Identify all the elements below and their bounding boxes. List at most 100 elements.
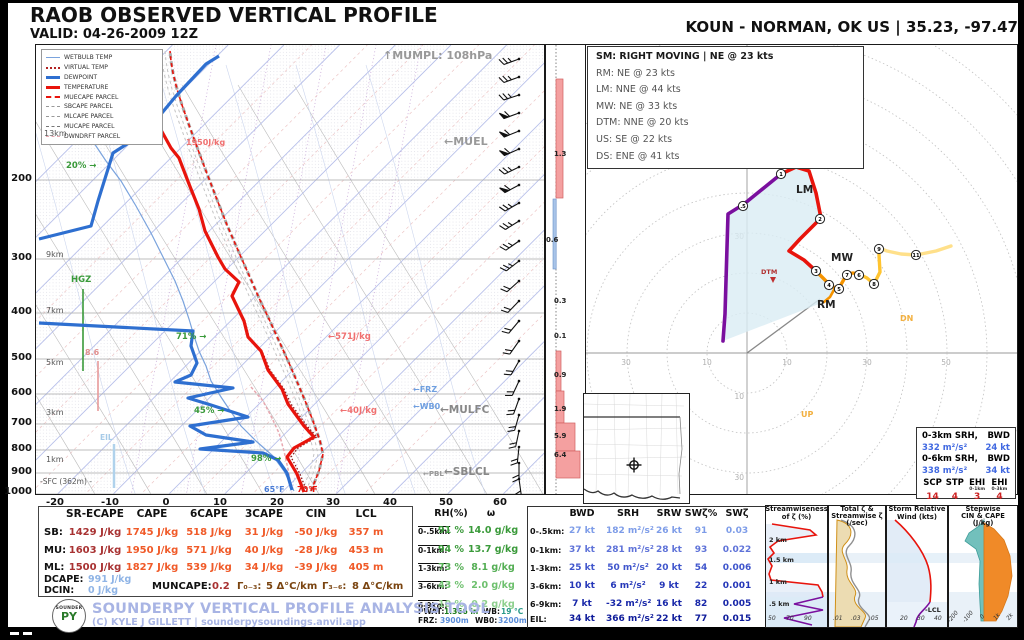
lapse-3-6-value: 8 Δ°C/km	[352, 581, 403, 592]
kin-layer-label: 0-1km:	[530, 547, 561, 556]
bwd-value: 34 kt	[560, 615, 604, 625]
sb-3cape: 31 J/kg	[234, 527, 294, 538]
sm-line: DTM: NNE @ 20 kts	[596, 115, 855, 132]
muncape-label: MUNCAPE:	[152, 581, 212, 592]
scp-value: 14	[926, 492, 939, 502]
pressure-tick: 200	[6, 173, 32, 184]
kin-layer-label: EIL:	[530, 616, 547, 625]
pressure-tick: 800	[6, 443, 32, 454]
dcape-label: DCAPE:	[44, 575, 83, 585]
swzeta-value: 0.015	[715, 615, 759, 625]
rh-annotation: 20% →	[66, 162, 96, 171]
hodo-marker-label: 5	[837, 287, 841, 293]
panel-title: (J/kg)	[948, 520, 1018, 527]
omega-plot	[546, 45, 585, 494]
station-label: KOUN - NORMAN, OK US | 35.23, -97.47	[618, 19, 1018, 36]
pressure-tick: 600	[6, 387, 32, 398]
rh-annotation: 98% →	[251, 455, 281, 464]
mucape-annotation: 1950J/kg	[186, 139, 225, 148]
ml-3cape: 34 J/kg	[234, 562, 294, 573]
legend-label: VIRTUAL TEMP	[64, 64, 108, 71]
bwd-value: 27 kt	[560, 527, 604, 537]
thermo-header: SR-ECAPE	[60, 509, 130, 521]
height-label: 13km	[44, 130, 67, 139]
omega-value: 0.9	[554, 372, 566, 380]
ehi-0-3-value: 4	[996, 492, 1002, 502]
frz-value-label: FRZ:	[418, 617, 437, 625]
sb-lcl: 357 m	[341, 527, 391, 538]
county-lines	[584, 394, 686, 498]
legend-label: WETBULB TEMP	[64, 54, 112, 61]
valid-time: VALID: 04-26-2009 12Z	[30, 28, 198, 42]
wb0-label: ←WB0	[413, 403, 440, 412]
ring-label: 10	[782, 358, 792, 367]
legend-label: MUECAPE PARCEL	[64, 94, 118, 101]
thermo-header: LCL	[341, 509, 391, 521]
hodo-marker-label: 7	[845, 273, 849, 279]
ml-srecape: 1500 J/kg	[60, 562, 130, 573]
stp-value: 4	[952, 492, 958, 502]
omega-value: 0.1	[554, 333, 566, 341]
mu-srecape: 1603 J/kg	[60, 545, 130, 556]
legend-swatch-mucape	[46, 126, 60, 127]
dn-label: DN	[900, 314, 913, 323]
kin-header: SRH	[606, 509, 650, 519]
mu-cin: -28 J/kg	[291, 545, 341, 556]
omega-value: 1.9	[554, 406, 566, 414]
sm-line: US: SE @ 22 kts	[596, 132, 855, 149]
swzeta-value: 0.006	[715, 564, 759, 574]
srh-0-3-value: 332 m²/s²	[922, 443, 967, 455]
srh-value: 281 m²/s²	[606, 546, 650, 556]
hodo-marker-label: 3	[814, 269, 818, 275]
pressure-tick: 700	[6, 417, 32, 428]
bwd-value: 7 kt	[560, 600, 604, 610]
legend-swatch-mlcape	[46, 116, 60, 117]
legend-swatch-dewpoint	[46, 76, 60, 79]
temp-tick: 60	[485, 497, 515, 508]
bwd-0-3-value: 24 kt	[985, 443, 1010, 455]
skewt-panel: WETBULB TEMP VIRTUAL TEMP DEWPOINT TEMPE…	[35, 44, 545, 495]
cape3-annotation: ←40J/kg	[340, 407, 377, 416]
thermo-header: 3CAPE	[234, 509, 294, 521]
hodo-marker-label: 9	[877, 247, 881, 253]
wb0-value: 3200m	[498, 617, 527, 625]
legend-label: TEMPERATURE	[64, 84, 108, 91]
sblcl-label: ←SBLCL	[444, 467, 489, 479]
panel-height-label: 1.5 km	[769, 557, 794, 564]
thermo-header: CAPE	[122, 509, 182, 521]
panel-height-label: 2 km	[769, 537, 787, 544]
pressure-tick: 500	[6, 352, 32, 363]
srh-value: 6 m²/s²	[606, 582, 650, 592]
ml-lcl: 405 m	[341, 562, 391, 573]
lapse-0-3-label: Γ₀₋₃:	[237, 581, 261, 592]
mixing-ratio-value: 14.0 g/kg	[468, 526, 518, 536]
rh-annotation: 71% →	[176, 333, 206, 342]
legend-swatch-temperature	[46, 86, 60, 89]
ring-label: 10	[702, 358, 712, 367]
panel-tick: .01	[833, 616, 843, 623]
logo-main-text: PY	[53, 612, 85, 622]
srh-0-6-value: 338 m²/s²	[922, 466, 967, 478]
legend-swatch-virtualtemp	[46, 67, 60, 69]
swzeta-value: 0.005	[715, 600, 759, 610]
srh-value: 182 m²/s²	[606, 527, 650, 537]
dcin-value: 0 J/kg	[88, 586, 118, 596]
footer-brand: SOUNDERPY VERTICAL PROFILE ANALYSIS TOOL	[92, 602, 352, 618]
frame-mark	[10, 632, 19, 635]
legend-label: MLCAPE PARCEL	[64, 113, 113, 120]
panel-title: (/sec)	[828, 520, 886, 527]
sm-line: DS: ENE @ 41 kts	[596, 149, 855, 166]
bwd-label: BWD	[988, 431, 1010, 443]
up-label: UP	[801, 410, 813, 419]
height-label: 3km	[46, 409, 64, 418]
mu-lcl: 453 m	[341, 545, 391, 556]
panel-title: of ζ (%)	[765, 514, 828, 521]
ehi-0-3-label: EHI	[991, 479, 1007, 487]
temp-tick: 50	[431, 497, 461, 508]
muel-label: ←MUEL	[444, 136, 488, 148]
mumpl-label: ↑MUMPL: 108hPa	[383, 50, 492, 62]
hodo-marker-label: 2	[818, 217, 822, 223]
panel-tick: 90	[804, 616, 812, 623]
sm-line: LM: NNE @ 44 kts	[596, 82, 855, 99]
surface-label: -SFC (362m) -	[40, 478, 92, 486]
